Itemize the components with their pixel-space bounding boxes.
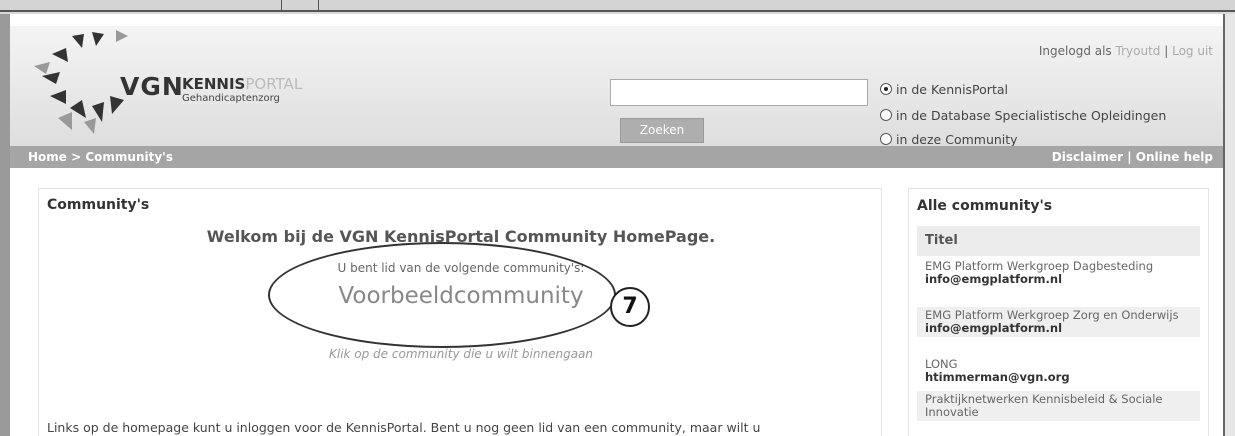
window-scrollbar[interactable] [1223, 14, 1235, 436]
browser-toolbar [0, 0, 1235, 12]
community-name[interactable]: Praktijknetwerken Kennisbeleid & Sociale… [925, 392, 1162, 419]
toolbar-segment [282, 0, 319, 12]
window-left-edge [0, 14, 10, 436]
community-email[interactable]: info@emgplatform.nl [925, 273, 1192, 286]
logout-link[interactable]: Log uit [1172, 44, 1213, 58]
radio-icon[interactable] [880, 109, 892, 121]
search-scope-label: in de Database Specialistische Opleiding… [896, 108, 1167, 123]
community-email[interactable]: info@emgplatform.nl [925, 322, 1192, 335]
nav-divider: | [1127, 150, 1132, 164]
community-list-item[interactable]: LONG htimmerman@vgn.org [917, 356, 1200, 386]
sidebar-title: Alle community's [917, 198, 1053, 214]
search-scope-label: in de KennisPortal [896, 82, 1008, 97]
community-email[interactable]: htimmerman@vgn.org [925, 371, 1192, 384]
search-scope-kennisportal[interactable]: in de KennisPortal [880, 82, 1008, 97]
logo-portal: PORTAL [245, 75, 303, 93]
radio-icon[interactable] [880, 133, 892, 145]
search-input[interactable] [610, 79, 868, 106]
login-prefix: Ingelogd als [1038, 44, 1112, 58]
sidebar-column-header: Titel [917, 226, 1200, 256]
login-status: Ingelogd als Tryoutd | Log uit [1039, 44, 1213, 58]
all-communities-sidebar: Alle community's Titel EMG Platform Werk… [908, 188, 1209, 436]
annotation-oval [268, 242, 616, 348]
page-title: Community's [47, 197, 150, 213]
radio-selected-icon[interactable] [880, 83, 892, 95]
annotation-number-badge: 7 [610, 287, 650, 327]
toolbar-segment [0, 0, 282, 12]
community-list-item[interactable]: EMG Platform Werkgroep Zorg en Onderwijs… [917, 307, 1200, 337]
site-header: VGN KENNISPORTAL Gehandicaptenzorg Ingel… [10, 26, 1223, 147]
search-scope-label: in deze Community [896, 132, 1018, 147]
search-button[interactable]: Zoeken [620, 118, 704, 143]
breadcrumb[interactable]: Home > Community's [28, 150, 173, 164]
nav-links: Disclaimer | Online help [1052, 150, 1213, 164]
logo-vgn-text: VGN [120, 72, 184, 101]
logo-kennisportal-text: KENNISPORTAL [182, 75, 302, 93]
login-separator: | [1164, 44, 1169, 58]
online-help-link[interactable]: Online help [1136, 150, 1213, 164]
logo-subtitle: Gehandicaptenzorg [182, 93, 280, 104]
community-name[interactable]: EMG Platform Werkgroep Zorg en Onderwijs [925, 308, 1179, 322]
search-scope-database[interactable]: in de Database Specialistische Opleiding… [880, 108, 1166, 123]
search-scope-community[interactable]: in deze Community [880, 132, 1018, 147]
click-hint-text: Klik op de community die u wilt binnenga… [328, 347, 594, 361]
disclaimer-link[interactable]: Disclaimer [1052, 150, 1123, 164]
logo-kennis: KENNIS [182, 75, 246, 93]
community-list-item[interactable]: EMG Platform Werkgroep Dagbesteding info… [917, 258, 1200, 288]
community-name[interactable]: EMG Platform Werkgroep Dagbesteding [925, 259, 1153, 273]
nav-bar: Home > Community's Disclaimer | Online h… [10, 146, 1223, 168]
page: VGN KENNISPORTAL Gehandicaptenzorg Ingel… [10, 14, 1223, 436]
intro-text: Links op de homepage kunt u inloggen voo… [47, 420, 761, 435]
community-name[interactable]: LONG [925, 357, 958, 371]
community-list-item[interactable]: Praktijknetwerken Kennisbeleid & Sociale… [917, 391, 1200, 421]
username-link[interactable]: Tryoutd [1116, 44, 1161, 58]
